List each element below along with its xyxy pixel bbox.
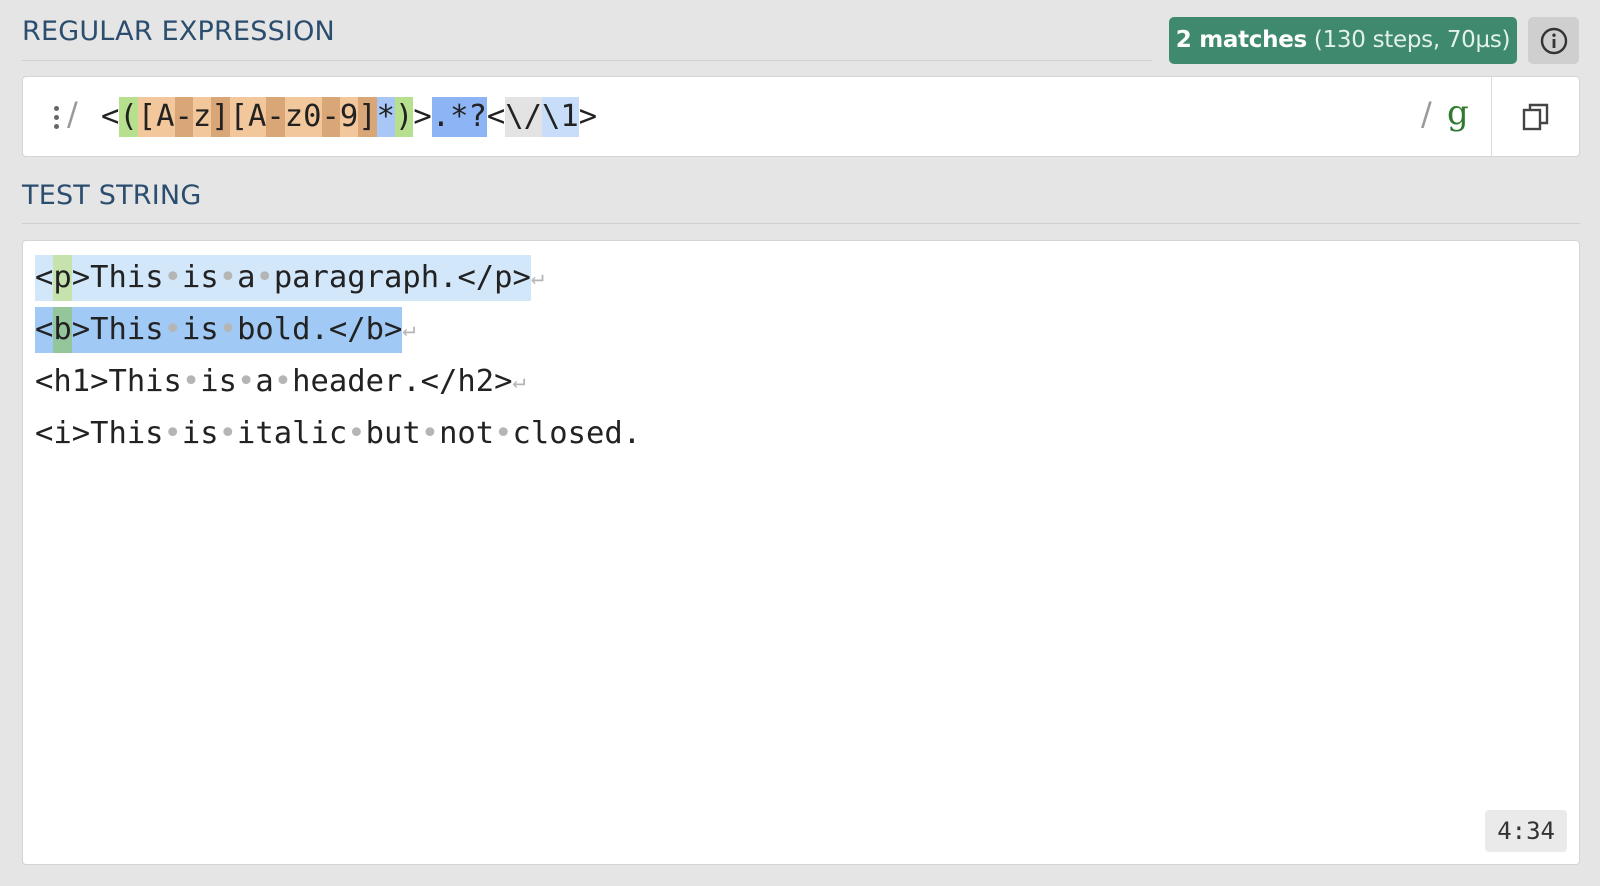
whitespace-marker: •: [218, 416, 238, 451]
regex-delimiter-left: /: [67, 95, 78, 133]
regex-token: ]: [358, 97, 377, 137]
line-text: closed.: [512, 416, 642, 451]
regex-token: A: [156, 97, 175, 137]
regex-token: .*?: [431, 97, 487, 137]
whitespace-marker: •: [163, 307, 182, 353]
match-text: <: [35, 255, 54, 301]
regex-editor: / <([A - z][A - z 0-9] *) > .*? < \/\1 > / g: [22, 76, 1580, 157]
line-text: is: [181, 416, 219, 451]
line-text: italic: [237, 416, 348, 451]
regex-token: z: [284, 97, 304, 137]
match-text: paragraph.</p>: [273, 255, 531, 301]
regex-token: A: [248, 97, 267, 137]
regex-token: (: [119, 97, 138, 137]
newline-marker: ↵: [512, 369, 526, 394]
whitespace-marker: •: [218, 307, 238, 353]
whitespace-marker: •: [163, 255, 182, 301]
line-text: <i>This: [35, 416, 164, 451]
match-text: >This: [71, 307, 164, 353]
test-line: <i>This • is • italic • but • not • closed.: [35, 411, 641, 463]
kebab-menu-icon[interactable]: [49, 99, 63, 135]
match-text: is: [181, 255, 219, 301]
regex-token: ]: [211, 97, 230, 137]
match-text: <: [35, 307, 54, 353]
whitespace-marker: •: [255, 255, 274, 301]
line-text: a: [255, 364, 274, 399]
test-section-divider: [22, 223, 1580, 224]
match-text: a: [237, 255, 256, 301]
line-text: header.</h2>: [292, 364, 513, 399]
info-button[interactable]: [1528, 17, 1579, 64]
whitespace-marker: •: [163, 416, 182, 451]
whitespace-marker: •: [273, 364, 293, 399]
regex-token: 0: [303, 97, 322, 137]
regex-token: [: [137, 97, 157, 137]
regex-token: ): [395, 97, 414, 137]
whitespace-marker: •: [420, 416, 440, 451]
whitespace-marker: •: [347, 416, 366, 451]
test-string-editor[interactable]: < p >This • is • a • paragraph.</p> ↵ < b >This • is • b…: [22, 240, 1580, 865]
line-text: not: [439, 416, 495, 451]
test-line: < b >This • is • bold.</b> ↵: [35, 307, 641, 359]
regex-token: [: [229, 97, 248, 137]
copy-icon: [1522, 103, 1549, 130]
test-line: <h1>This • is • a • header.</h2> ↵: [35, 359, 641, 411]
regex-token: *: [376, 97, 395, 137]
match-detail: (130 steps, 70µs): [1306, 27, 1511, 53]
whitespace-marker: •: [494, 416, 513, 451]
regex-section-title: REGULAR EXPRESSION: [22, 16, 335, 47]
match-count: 2 matches: [1175, 27, 1307, 53]
line-text: is: [200, 364, 238, 399]
regex-token: -: [174, 97, 193, 137]
test-string-lines[interactable]: < p >This • is • a • paragraph.</p> ↵ < b >This • is • b…: [35, 255, 641, 463]
whitespace-marker: •: [218, 255, 238, 301]
newline-marker: ↵: [530, 265, 545, 290]
regex-token: 9: [339, 97, 359, 137]
copy-button[interactable]: [1491, 77, 1580, 156]
cursor-position: 4:34: [1485, 810, 1567, 852]
whitespace-marker: •: [237, 364, 256, 399]
regex-token: \/: [505, 97, 542, 137]
line-text: but: [365, 416, 421, 451]
regex-token: z: [192, 97, 212, 137]
test-section-title: TEST STRING: [22, 180, 202, 211]
match-group: p: [53, 255, 72, 301]
regex-delimiter-right[interactable]: /: [1421, 95, 1432, 133]
match-text: bold.</b>: [237, 307, 403, 353]
regex-token: <: [101, 99, 120, 134]
regex-token: <: [486, 99, 506, 134]
match-info-badge[interactable]: 2 matches (130 steps, 70µs): [1169, 17, 1517, 64]
regex-input[interactable]: <([A - z][A - z 0-9] *) > .*? < \/\1 >: [101, 97, 597, 137]
match-group: b: [53, 307, 72, 353]
match-text: >This: [71, 255, 164, 301]
regex-token: >: [413, 99, 432, 134]
test-line: < p >This • is • a • paragraph.</p> ↵: [35, 255, 641, 307]
line-text: <h1>This: [35, 364, 182, 399]
regex-token: >: [578, 99, 598, 134]
regex-section-divider: [22, 60, 1152, 61]
regex-flags[interactable]: g: [1447, 93, 1469, 133]
regex-token: -: [321, 97, 340, 137]
newline-marker: ↵: [402, 317, 416, 342]
regex-token: -: [266, 97, 285, 137]
whitespace-marker: •: [181, 364, 201, 399]
match-text: is: [181, 307, 219, 353]
info-icon: [1540, 27, 1567, 54]
regex-token: \1: [541, 97, 579, 137]
